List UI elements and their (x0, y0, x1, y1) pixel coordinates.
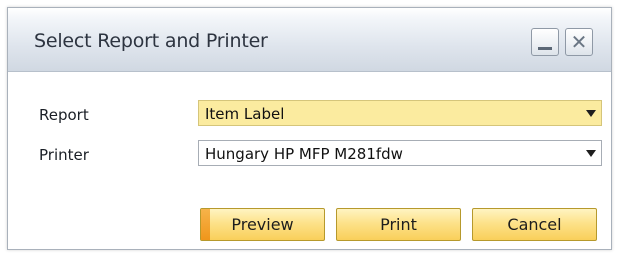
minimize-button[interactable] (531, 28, 559, 56)
cancel-button[interactable]: Cancel (472, 208, 597, 241)
preview-button-label: Preview (231, 215, 294, 234)
printer-label: Printer (39, 146, 89, 164)
printer-dropdown[interactable]: Hungary HP MFP M281fdw (198, 140, 602, 166)
print-button-label: Print (380, 215, 417, 234)
report-label: Report (39, 106, 89, 124)
printer-selected-value: Hungary HP MFP M281fdw (205, 145, 403, 163)
minimize-icon (538, 47, 552, 50)
cancel-button-label: Cancel (507, 215, 562, 234)
preview-button[interactable]: Preview (200, 208, 325, 241)
title-bar[interactable]: Select Report and Printer ✕ (8, 8, 611, 72)
select-report-dialog: Select Report and Printer ✕ Report Item … (7, 7, 612, 250)
dropdown-arrow-icon[interactable] (586, 150, 596, 157)
report-selected-value: Item Label (205, 105, 285, 123)
dropdown-arrow-icon[interactable] (586, 110, 596, 117)
default-button-accent (201, 209, 210, 240)
print-button[interactable]: Print (336, 208, 461, 241)
window-title: Select Report and Printer (34, 30, 268, 52)
close-icon: ✕ (570, 30, 588, 54)
close-button[interactable]: ✕ (565, 28, 593, 56)
report-dropdown[interactable]: Item Label (198, 100, 602, 126)
